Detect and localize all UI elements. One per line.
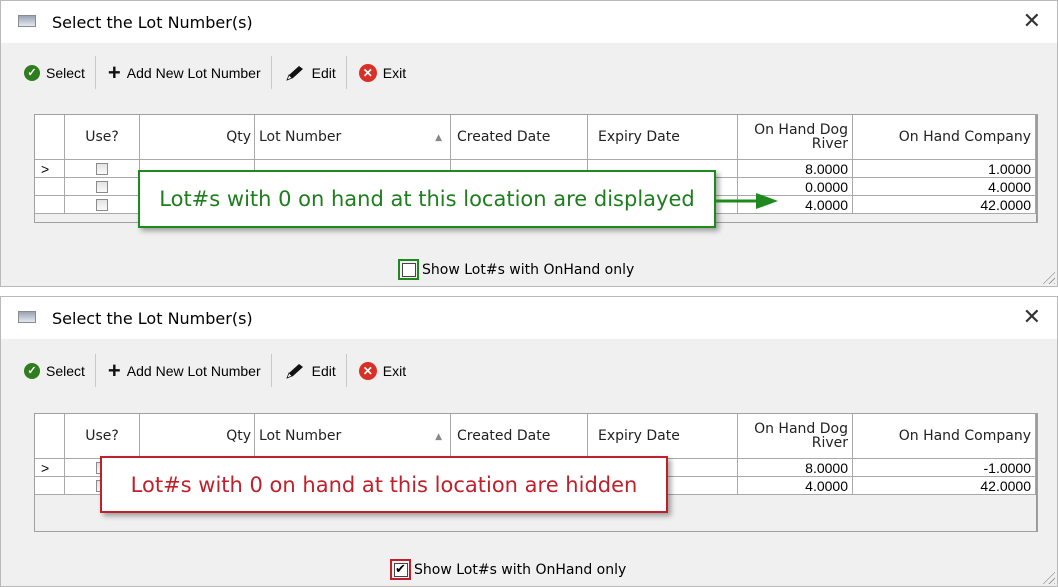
callout-displayed: Lot#s with 0 on hand at this location ar… <box>138 170 716 228</box>
exit-x-icon: ✕ <box>358 63 377 82</box>
show-onhand-only-toggle[interactable]: ✔ Show Lot#s with OnHand only <box>390 559 626 580</box>
window-icon <box>18 311 36 323</box>
title-bar: Select the Lot Number(s) ✕ <box>1 297 1057 339</box>
edit-label: Edit <box>311 362 336 379</box>
onhand-company-cell: 42.0000 <box>853 196 1036 214</box>
lot-select-dialog-1: Select the Lot Number(s) ✕ ✓ Select + Ad… <box>0 0 1058 287</box>
col-header-use[interactable]: Use? <box>65 414 140 459</box>
checkmark-circle-icon: ✓ <box>24 64 40 81</box>
row-marker <box>35 196 65 214</box>
sort-asc-icon: ▲ <box>435 432 442 442</box>
use-checkbox-cell[interactable] <box>65 160 140 178</box>
checkmark-circle-icon: ✓ <box>24 362 40 379</box>
onhand-company-cell: 42.0000 <box>853 477 1036 495</box>
col-header-qty[interactable]: Qty <box>140 115 255 160</box>
close-icon[interactable]: ✕ <box>1023 305 1041 330</box>
col-header-onhand-company[interactable]: On Hand Company <box>853 115 1036 160</box>
row-header-corner <box>35 115 65 160</box>
show-onhand-checkbox[interactable]: ✔ <box>390 559 411 580</box>
use-checkbox[interactable] <box>96 180 108 193</box>
window-icon <box>18 15 36 27</box>
add-label: Add New Lot Number <box>126 362 261 379</box>
plus-icon: + <box>107 59 121 85</box>
callout-hidden: Lot#s with 0 on hand at this location ar… <box>100 456 668 513</box>
col-header-created-date[interactable]: Created Date <box>451 115 588 160</box>
pencil-icon <box>285 65 303 81</box>
show-onhand-label: Show Lot#s with OnHand only <box>422 261 635 278</box>
window-title: Select the Lot Number(s) <box>52 309 253 328</box>
lot-select-dialog-2: Select the Lot Number(s) ✕ ✓ Select + Ad… <box>0 296 1058 587</box>
sort-asc-icon: ▲ <box>435 133 442 143</box>
checkbox-check-icon: ✔ <box>393 561 408 577</box>
col-header-use[interactable]: Use? <box>65 115 140 160</box>
plus-icon: + <box>107 357 121 383</box>
use-checkbox[interactable] <box>96 162 108 175</box>
toolbar: ✓ Select + Add New Lot Number Edit ✕ Exi… <box>12 56 416 89</box>
grid-header: Use? Qty Lot Number ▲ Created Date Expir… <box>35 115 1036 160</box>
resize-grip-icon[interactable] <box>1041 270 1055 284</box>
onhand-location-cell: 4.0000 <box>738 477 853 495</box>
onhand-location-cell: 8.0000 <box>738 459 853 477</box>
col-header-expiry-date[interactable]: Expiry Date <box>588 115 738 160</box>
toolbar: ✓ Select + Add New Lot Number Edit ✕ Exi… <box>12 354 416 387</box>
col-header-onhand-company[interactable]: On Hand Company <box>853 414 1036 459</box>
add-label: Add New Lot Number <box>126 64 261 81</box>
add-new-lot-button[interactable]: + Add New Lot Number <box>96 56 272 89</box>
onhand-company-cell: 4.0000 <box>853 178 1036 196</box>
select-label: Select <box>46 64 85 81</box>
resize-grip-icon[interactable] <box>1041 570 1055 584</box>
row-header-corner <box>35 414 65 459</box>
select-button[interactable]: ✓ Select <box>12 354 96 387</box>
col-header-lot-label: Lot Number <box>259 428 342 444</box>
add-new-lot-button[interactable]: + Add New Lot Number <box>96 354 272 387</box>
col-header-created-date[interactable]: Created Date <box>451 414 588 459</box>
row-marker <box>35 477 65 495</box>
use-checkbox-cell[interactable] <box>65 196 140 214</box>
grid-header: Use? Qty Lot Number ▲ Created Date Expir… <box>35 414 1036 459</box>
onhand-location-cell: 8.0000 <box>738 160 853 178</box>
window-title: Select the Lot Number(s) <box>52 13 253 32</box>
row-marker: > <box>35 160 65 178</box>
edit-label: Edit <box>311 64 336 81</box>
exit-label: Exit <box>382 64 407 81</box>
col-header-onhand-location[interactable]: On Hand Dog River <box>738 414 853 459</box>
onhand-company-cell: -1.0000 <box>853 459 1036 477</box>
row-marker: > <box>35 459 65 477</box>
show-onhand-only-toggle[interactable]: Show Lot#s with OnHand only <box>398 259 634 280</box>
select-button[interactable]: ✓ Select <box>12 56 96 89</box>
show-onhand-checkbox[interactable] <box>398 259 419 280</box>
col-header-expiry-date[interactable]: Expiry Date <box>588 414 738 459</box>
col-header-lot-label: Lot Number <box>259 129 342 145</box>
use-checkbox-cell[interactable] <box>65 178 140 196</box>
onhand-company-cell: 1.0000 <box>853 160 1036 178</box>
pencil-icon <box>285 363 303 379</box>
col-header-qty[interactable]: Qty <box>140 414 255 459</box>
col-header-lot-number[interactable]: Lot Number ▲ <box>255 414 451 459</box>
select-label: Select <box>46 362 85 379</box>
exit-label: Exit <box>382 362 407 379</box>
col-header-lot-number[interactable]: Lot Number ▲ <box>255 115 451 160</box>
edit-button[interactable]: Edit <box>272 354 347 387</box>
use-checkbox[interactable] <box>96 198 108 211</box>
exit-x-icon: ✕ <box>358 361 377 380</box>
row-marker <box>35 178 65 196</box>
title-bar: Select the Lot Number(s) ✕ <box>1 1 1057 43</box>
close-icon[interactable]: ✕ <box>1023 9 1041 34</box>
exit-button[interactable]: ✕ Exit <box>347 354 416 387</box>
exit-button[interactable]: ✕ Exit <box>347 56 416 89</box>
col-header-onhand-location[interactable]: On Hand Dog River <box>738 115 853 160</box>
show-onhand-label: Show Lot#s with OnHand only <box>414 561 627 578</box>
arrow-right-icon <box>716 193 778 209</box>
edit-button[interactable]: Edit <box>272 56 347 89</box>
checkbox-box <box>401 262 416 277</box>
